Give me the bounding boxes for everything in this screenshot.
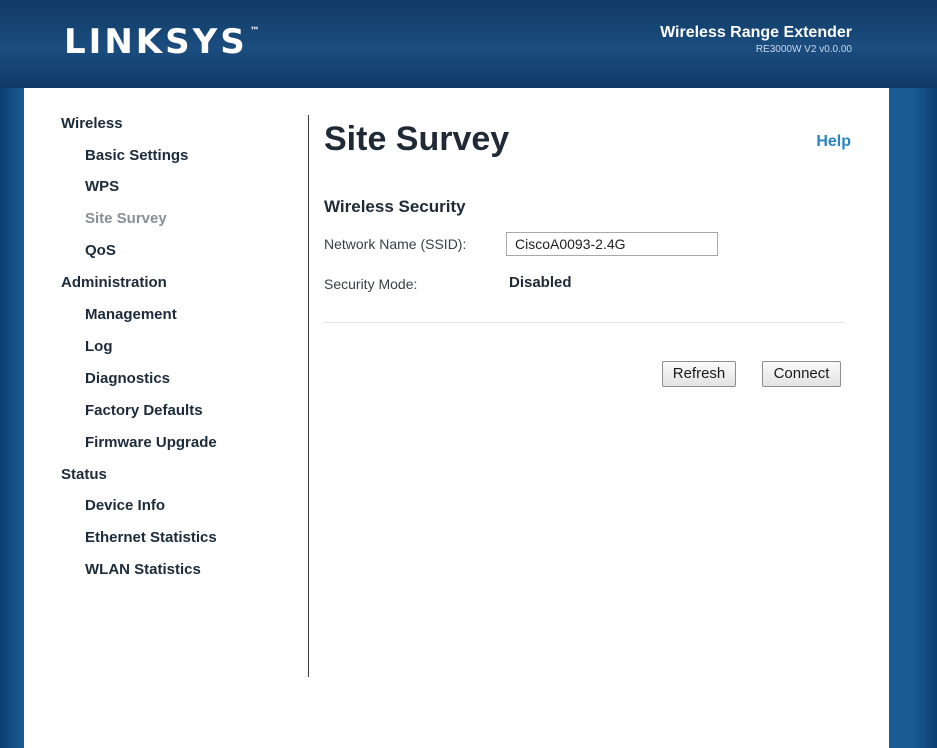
page-title: Site Survey xyxy=(324,120,510,158)
section-divider xyxy=(324,322,844,323)
nav-item-factory-defaults[interactable]: Factory Defaults xyxy=(85,401,203,421)
nav-item-management[interactable]: Management xyxy=(85,305,177,325)
product-title: Wireless Range Extender xyxy=(660,24,852,41)
sidebar-divider xyxy=(308,115,309,677)
nav-item-firmware-upgrade[interactable]: Firmware Upgrade xyxy=(85,433,217,453)
connect-button[interactable]: Connect xyxy=(762,361,841,387)
nav-section-status: Status xyxy=(61,466,107,483)
nav-item-wlan-statistics[interactable]: WLAN Statistics xyxy=(85,560,201,580)
nav-item-qos[interactable]: QoS xyxy=(85,241,116,261)
nav-section-wireless: Wireless xyxy=(61,115,123,132)
refresh-button[interactable]: Refresh xyxy=(662,361,736,387)
section-heading-wireless-security: Wireless Security xyxy=(324,197,466,216)
nav-item-site-survey[interactable]: Site Survey xyxy=(85,209,167,229)
logo-text: LINKSYS xyxy=(64,22,248,62)
content-panel: Wireless Basic Settings WPS Site Survey … xyxy=(24,88,889,748)
nav-item-basic-settings[interactable]: Basic Settings xyxy=(85,146,188,166)
help-link[interactable]: Help xyxy=(816,132,851,152)
sidebar-nav: Wireless Basic Settings WPS Site Survey … xyxy=(24,88,308,588)
product-model: RE3000W V2 v0.0.00 xyxy=(755,44,852,55)
nav-item-diagnostics[interactable]: Diagnostics xyxy=(85,369,170,389)
product-info: Wireless Range Extender RE3000W V2 v0.0.… xyxy=(660,24,852,56)
nav-item-wps[interactable]: WPS xyxy=(85,177,119,197)
nav-section-administration: Administration xyxy=(61,274,167,291)
logo-trademark: ™ xyxy=(249,26,260,37)
security-mode-value: Disabled xyxy=(509,274,572,291)
nav-item-device-info[interactable]: Device Info xyxy=(85,496,165,516)
security-mode-label: Security Mode: xyxy=(324,276,418,292)
linksys-logo: LINKSYS ™ xyxy=(64,22,260,62)
ssid-input[interactable] xyxy=(506,232,718,256)
header-bar: LINKSYS ™ Wireless Range Extender RE3000… xyxy=(0,0,937,88)
ssid-label: Network Name (SSID): xyxy=(324,236,467,252)
nav-item-ethernet-statistics[interactable]: Ethernet Statistics xyxy=(85,528,217,548)
nav-item-log[interactable]: Log xyxy=(85,337,113,357)
